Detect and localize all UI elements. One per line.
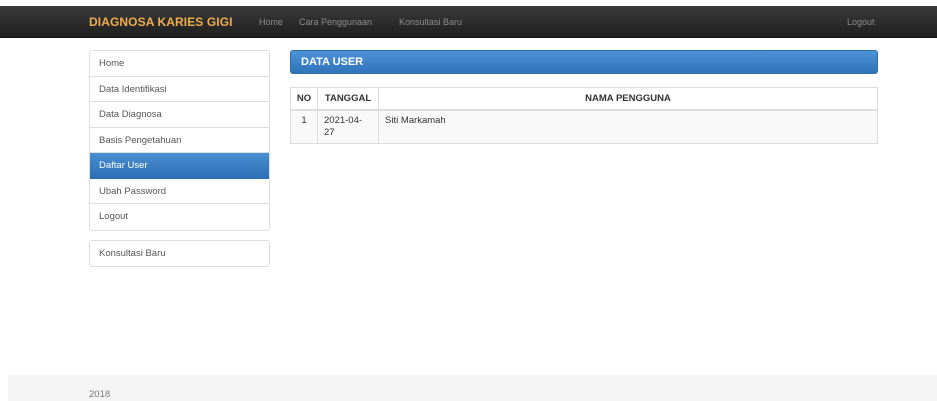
cell-tanggal: 2021-04-27 xyxy=(317,109,379,144)
column-header-tanggal: TANGGAL xyxy=(317,87,379,111)
column-header-no: NO xyxy=(290,87,318,111)
sidebar-item-daftar-user[interactable]: Daftar User xyxy=(90,153,269,179)
table-header-row: NO TANGGAL NAMA PENGGUNA xyxy=(290,87,878,111)
footer: 2018 xyxy=(8,375,937,401)
nav-logout-link[interactable]: Logout xyxy=(847,17,875,27)
sidebar-item-basis-pengetahuan[interactable]: Basis Pengetahuan xyxy=(90,128,269,153)
sidebar-secondary: Konsultasi Baru xyxy=(89,240,270,267)
panel-header: DATA USER xyxy=(290,50,878,74)
cell-no: 1 xyxy=(290,109,318,144)
top-navbar: DIAGNOSA KARIES GIGI Home Cara Penggunaa… xyxy=(0,6,937,38)
panel-title: DATA USER xyxy=(301,56,364,68)
nav-home-link[interactable]: Home xyxy=(259,17,283,27)
sidebar-item-logout[interactable]: Logout xyxy=(90,204,269,230)
sidebar-menu: Home Data Identifikasi Data Diagnosa Bas… xyxy=(89,50,270,231)
footer-text: 2018 xyxy=(89,389,111,400)
sidebar-item-ubah-password[interactable]: Ubah Password xyxy=(90,179,269,204)
table-row: 1 2021-04-27 Siti Markamah xyxy=(290,109,878,144)
nav-konsultasi-baru-link[interactable]: Konsultasi Baru xyxy=(399,17,462,27)
cell-nama-pengguna: Siti Markamah xyxy=(378,109,878,144)
sidebar-item-home[interactable]: Home xyxy=(90,51,269,77)
sidebar-item-konsultasi-baru[interactable]: Konsultasi Baru xyxy=(90,241,269,267)
sidebar-item-data-identifikasi[interactable]: Data Identifikasi xyxy=(90,77,269,102)
user-table: NO TANGGAL NAMA PENGGUNA 1 2021-04-27 Si… xyxy=(290,87,878,144)
brand-link[interactable]: DIAGNOSA KARIES GIGI xyxy=(89,15,233,29)
sidebar-item-data-diagnosa[interactable]: Data Diagnosa xyxy=(90,102,269,128)
column-header-nama-pengguna: NAMA PENGGUNA xyxy=(378,87,878,111)
nav-cara-penggunaan-link[interactable]: Cara Penggunaan xyxy=(299,17,372,27)
